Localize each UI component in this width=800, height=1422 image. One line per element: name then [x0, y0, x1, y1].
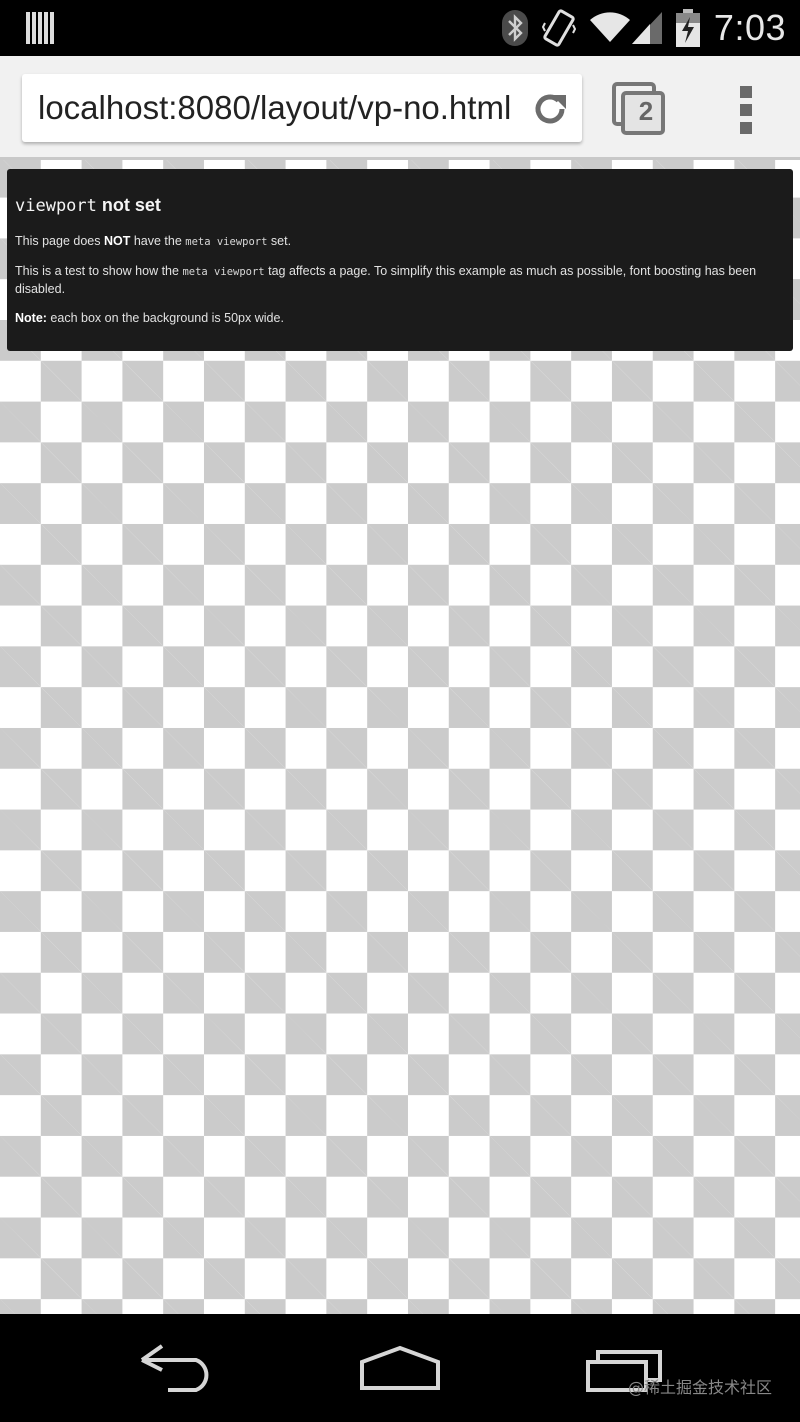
browser-toolbar: localhost:8080/layout/vp-no.html 2: [0, 56, 800, 160]
navigation-bar: @稀土掘金技术社区: [0, 1314, 800, 1422]
paragraph-1: This page does NOT have the meta viewpor…: [15, 233, 785, 251]
info-panel: viewport not set This page does NOT have…: [7, 169, 793, 351]
home-icon[interactable]: [358, 1344, 442, 1392]
wifi-icon: [589, 12, 630, 42]
note-text: each box on the background is 50px wide.: [46, 311, 284, 325]
back-icon[interactable]: [138, 1344, 218, 1392]
bluetooth-icon: [501, 10, 528, 46]
title-text: not set: [96, 195, 161, 215]
barcode-icon: [26, 12, 54, 44]
title-code: viewport: [15, 196, 97, 216]
watermark: @稀土掘金技术社区: [627, 1378, 772, 1397]
p1-text-d: set.: [267, 234, 292, 248]
p1-text-a: This page does: [15, 234, 104, 248]
note-label: Note:: [15, 311, 47, 325]
paragraph-3: Note: each box on the background is 50px…: [15, 310, 785, 327]
status-bar: 7:03: [0, 0, 800, 56]
menu-icon[interactable]: [738, 86, 754, 134]
p1-code: meta viewport: [185, 236, 268, 248]
url-text[interactable]: localhost:8080/layout/vp-no.html: [38, 74, 516, 142]
p1-text-c: have the: [130, 234, 186, 248]
signal-icon: [631, 12, 662, 44]
reload-icon[interactable]: [530, 89, 570, 129]
page-title: viewport not set: [15, 195, 785, 216]
url-bar[interactable]: localhost:8080/layout/vp-no.html: [22, 74, 582, 142]
paragraph-2: This is a test to show how the meta view…: [15, 263, 785, 298]
web-content: viewport not set This page does NOT have…: [0, 160, 800, 1314]
vibrate-icon: [541, 9, 576, 47]
p2-code: meta viewport: [182, 266, 265, 278]
tab-count: 2: [638, 96, 654, 126]
status-clock: 7:03: [713, 7, 786, 48]
p1-bold: NOT: [103, 234, 131, 248]
p2-text-a: This is a test to show how the: [15, 264, 183, 278]
battery-charging-icon: [675, 9, 700, 47]
